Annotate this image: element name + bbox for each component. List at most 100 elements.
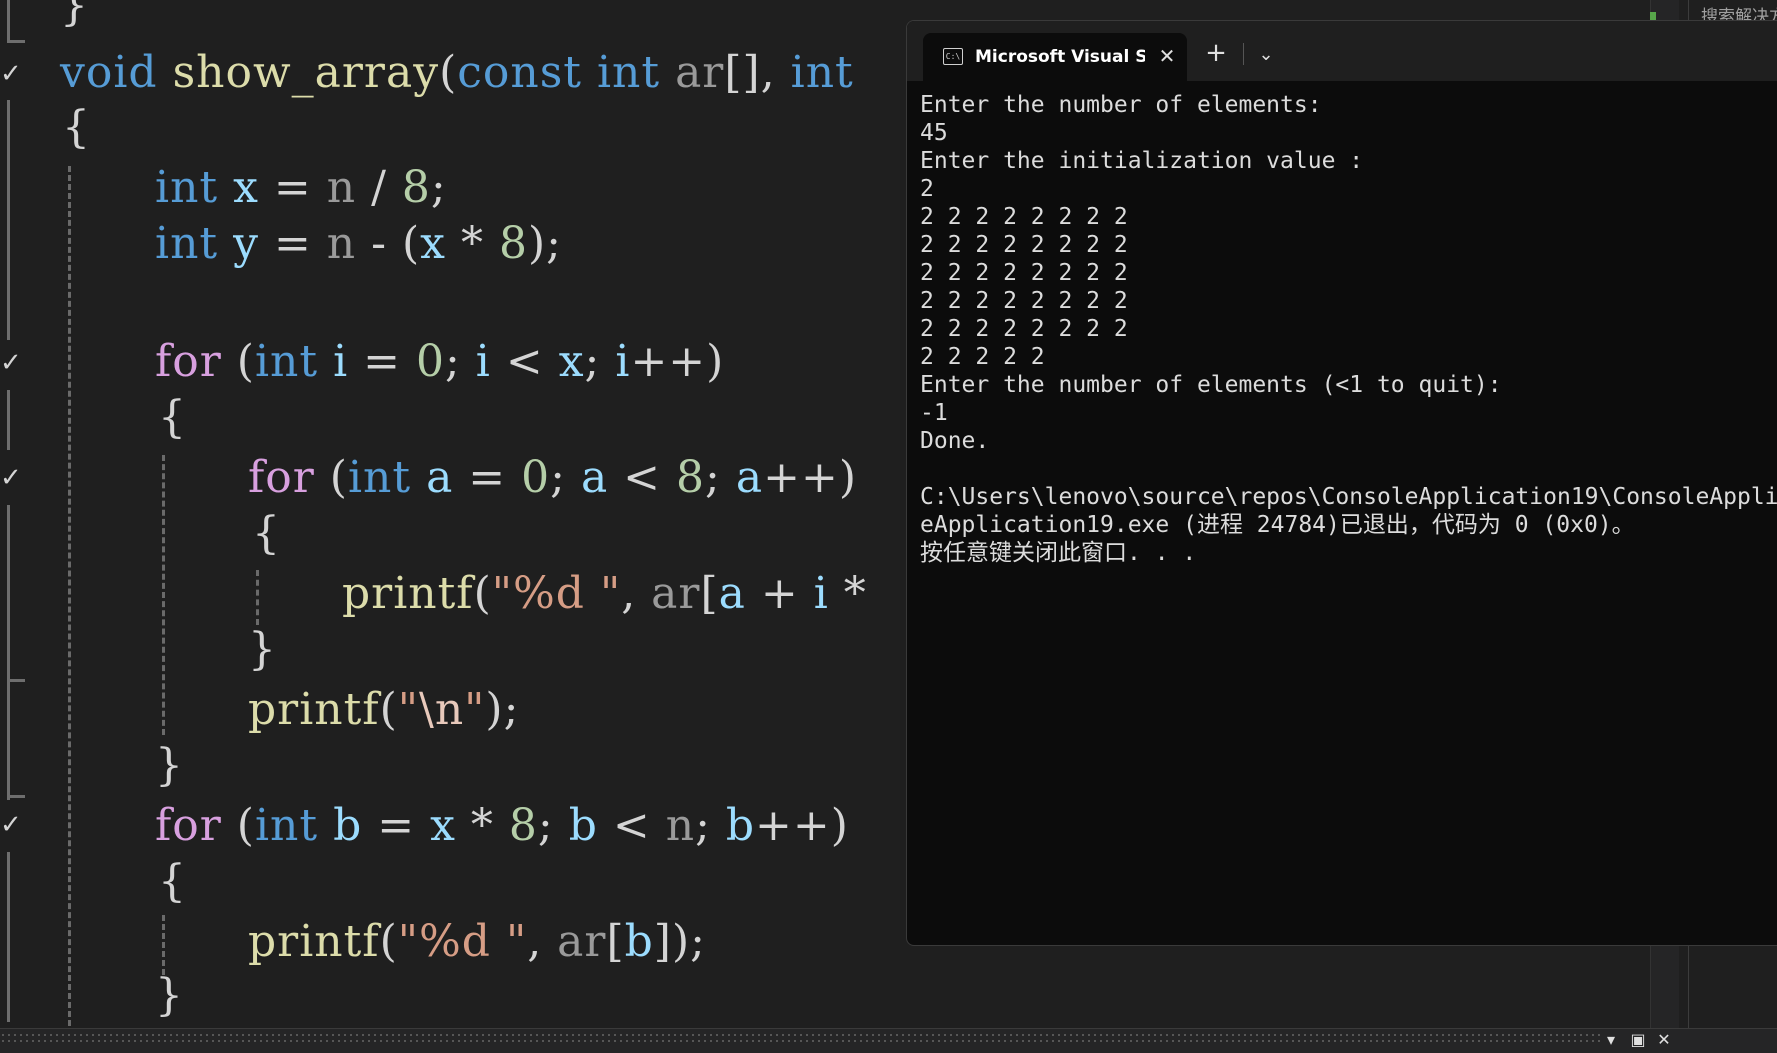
code-token: { (252, 508, 281, 559)
code-line[interactable]: int y = n - (x * 8); (155, 216, 562, 272)
code-token: int (596, 47, 661, 98)
code-token: { (62, 102, 91, 153)
code-token: [ (606, 916, 625, 967)
editor-horizontal-scrollbar[interactable] (0, 1032, 1600, 1042)
debug-console-window[interactable]: C:\ Microsoft Visual Studio 调试控制台 ✕ + ⌄ … (906, 20, 1777, 946)
console-line: Enter the number of elements: (920, 92, 1322, 118)
code-line[interactable]: { (62, 100, 91, 156)
code-token: ); (485, 684, 520, 735)
code-line[interactable]: void show_array(const int ar[], int (60, 45, 854, 101)
code-token: ; (584, 336, 616, 387)
code-token: int (155, 162, 219, 213)
code-token: int (155, 218, 219, 269)
code-line[interactable]: for (int b = x * 8; b < n; b++) (155, 798, 849, 854)
console-line: 2 (920, 176, 934, 202)
new-tab-plus-icon[interactable]: + (1201, 39, 1231, 69)
code-token: printf (248, 684, 380, 735)
code-token: ++) (630, 336, 725, 387)
code-line[interactable]: printf("%d ", ar[b]); (248, 914, 706, 970)
dropdown-icon[interactable]: ▾ (1600, 1030, 1622, 1050)
code-line[interactable]: for (int i = 0; i < x; i++) (155, 334, 724, 390)
code-token: a (580, 452, 609, 503)
terminal-icon: C:\ (943, 48, 963, 65)
code-token: n (326, 218, 357, 269)
code-token: for (155, 800, 222, 851)
code-line[interactable]: { (158, 854, 187, 910)
console-line: 2 2 2 2 2 2 2 2 (920, 232, 1128, 258)
code-token: = (258, 218, 327, 269)
code-line[interactable]: } (248, 622, 277, 678)
code-token: i (475, 336, 491, 387)
console-line: 2 2 2 2 2 2 2 2 (920, 316, 1128, 342)
code-token: 0 (521, 452, 551, 503)
collapse-check-icon[interactable]: ✓ (0, 61, 24, 87)
outline-tick (7, 679, 25, 682)
code-token: b (568, 800, 598, 851)
code-token: + (745, 568, 814, 619)
code-line[interactable]: { (158, 390, 187, 446)
code-line[interactable]: { (252, 506, 281, 562)
code-token: ar (557, 916, 607, 967)
code-token: "%d " (491, 568, 622, 619)
console-tab[interactable]: C:\ Microsoft Visual Studio 调试控制台 ✕ (923, 33, 1187, 81)
code-token: = (348, 336, 416, 387)
tab-close-icon[interactable]: ✕ (1155, 43, 1179, 69)
code-line[interactable]: for (int a = 0; a < 8; a++) (248, 450, 857, 506)
code-token: i (615, 336, 631, 387)
code-token: void (60, 47, 158, 98)
console-line: Enter the initialization value : (920, 148, 1364, 174)
code-token: for (155, 336, 222, 387)
code-token: ; (430, 162, 447, 213)
indent-guide (162, 455, 165, 735)
code-line[interactable]: int x = n / 8; (155, 160, 447, 216)
code-token: ar (675, 47, 725, 98)
code-token: * (455, 800, 509, 851)
code-token: / (356, 162, 402, 213)
code-line[interactable]: } (155, 738, 184, 794)
console-output[interactable]: Enter the number of elements: 45 Enter t… (920, 91, 1777, 567)
code-token: int (254, 336, 319, 387)
chevron-down-icon[interactable]: ⌄ (1251, 41, 1281, 71)
code-line[interactable]: } (155, 968, 184, 1024)
code-line[interactable]: printf("\n"); (248, 682, 519, 738)
console-line: 2 2 2 2 2 2 2 2 (920, 288, 1128, 314)
code-token: ( (439, 47, 458, 98)
code-token: \n (419, 684, 465, 735)
code-token: ++) (755, 800, 849, 851)
close-icon[interactable]: ✕ (1653, 1030, 1675, 1050)
code-token: ; (550, 452, 581, 503)
code-token: * (445, 218, 499, 269)
collapse-check-icon[interactable]: ✓ (0, 812, 24, 838)
collapse-check-icon[interactable]: ✓ (0, 465, 24, 491)
indent-guide (256, 570, 259, 625)
code-token: ( (314, 452, 348, 503)
restore-icon[interactable]: ▣ (1627, 1030, 1649, 1050)
code-token: 0 (415, 336, 445, 387)
code-token: { (158, 392, 187, 443)
code-token: for (248, 452, 315, 503)
code-token: x (233, 162, 259, 213)
console-titlebar[interactable]: C:\ Microsoft Visual Studio 调试控制台 ✕ + ⌄ (907, 21, 1777, 81)
code-token: a (718, 568, 746, 619)
code-token: "%d " (397, 916, 528, 967)
change-marker (1650, 12, 1656, 20)
code-token: i (333, 336, 349, 387)
code-token: int (347, 452, 412, 503)
code-line[interactable]: printf("%d ", ar[a + i * (342, 566, 867, 622)
code-token: , (527, 916, 558, 967)
code-token: ++) (763, 452, 857, 503)
code-token: } (60, 0, 89, 31)
console-line: eApplication19.exe (进程 24784)已退出，代码为 0 (… (920, 512, 1635, 538)
code-line[interactable]: } (0, 0, 89, 34)
collapse-check-icon[interactable]: ✓ (0, 350, 24, 376)
outline-tick (7, 40, 25, 43)
code-token: ); (527, 218, 562, 269)
code-token: show_array (172, 47, 440, 98)
console-line: 2 2 2 2 2 2 2 2 (920, 260, 1128, 286)
